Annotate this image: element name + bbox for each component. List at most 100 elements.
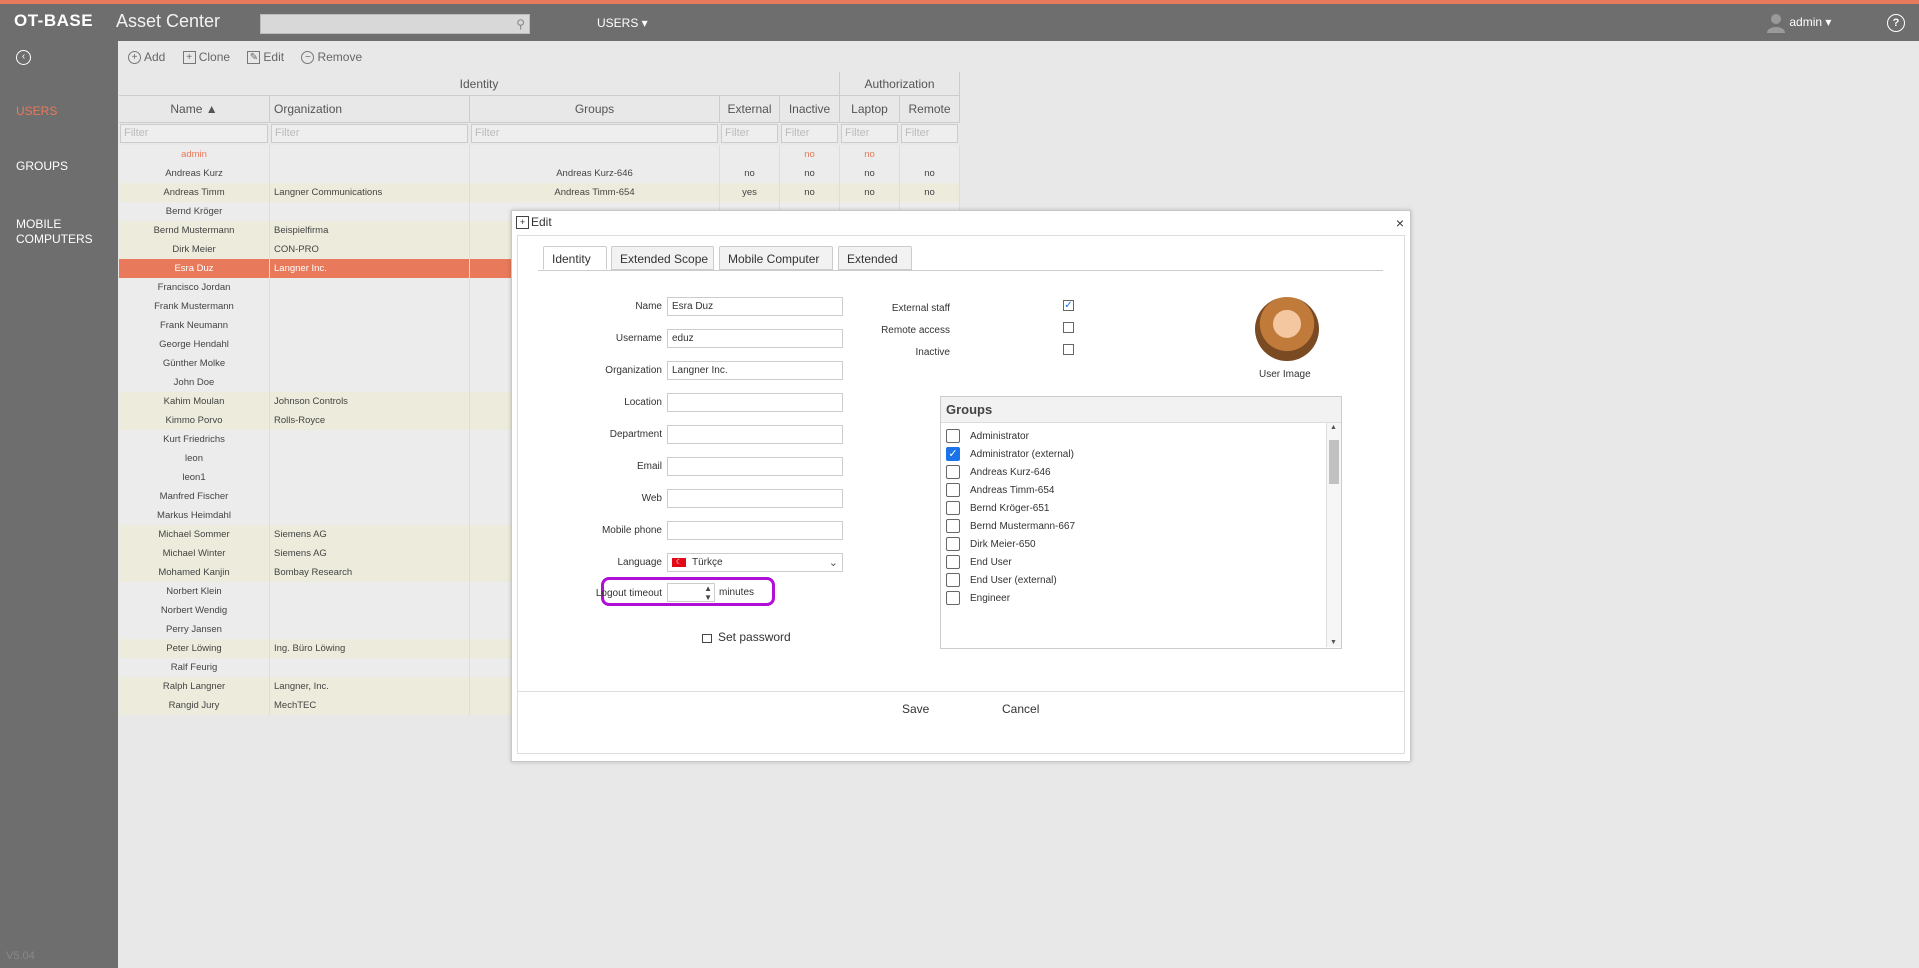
column-header-name[interactable]: Name ▲ xyxy=(119,96,270,123)
group-label: End User (external) xyxy=(970,575,1057,586)
filter-organization[interactable]: Filter xyxy=(271,124,468,143)
column-header-external[interactable]: External xyxy=(720,96,780,123)
scroll-up-icon[interactable]: ▲ xyxy=(1330,424,1337,431)
mobile-phone-field[interactable] xyxy=(667,521,843,540)
group-checkbox[interactable] xyxy=(946,501,960,516)
close-icon[interactable]: × xyxy=(1396,215,1404,231)
cancel-button[interactable]: Cancel xyxy=(1002,702,1039,716)
cell-name: Michael Winter xyxy=(119,544,270,563)
filter-groups[interactable]: Filter xyxy=(471,124,718,143)
group-checkbox[interactable] xyxy=(946,591,960,606)
filter-name[interactable]: Filter xyxy=(120,124,268,143)
group-item[interactable]: End User xyxy=(946,554,1012,572)
groups-scrollbar[interactable]: ▲ ▼ xyxy=(1326,423,1341,647)
remove-button[interactable]: − Remove xyxy=(301,50,362,65)
column-header-groups[interactable]: Groups xyxy=(470,96,720,123)
group-checkbox[interactable] xyxy=(946,573,960,588)
group-checkbox[interactable] xyxy=(946,519,960,534)
cell-name: Bernd Mustermann xyxy=(119,221,270,240)
set-password-button[interactable]: Set password xyxy=(702,630,791,644)
cell-laptop: no xyxy=(840,145,900,164)
dialog-footer-divider xyxy=(518,691,1404,692)
group-item[interactable]: Dirk Meier-650 xyxy=(946,536,1036,554)
group-item[interactable]: Andreas Timm-654 xyxy=(946,482,1054,500)
cell-org xyxy=(270,582,470,601)
spinner-arrows-icon[interactable]: ▲ ▼ xyxy=(704,584,712,602)
users-menu[interactable]: USERS ▾ xyxy=(597,16,648,30)
sidebar-item-mobile-computers[interactable]: MOBILE COMPUTERS xyxy=(16,217,96,247)
column-header-laptop[interactable]: Laptop xyxy=(840,96,900,123)
table-row[interactable]: Andreas Timm Langner Communications Andrea… xyxy=(119,183,960,202)
web-field[interactable] xyxy=(667,489,843,508)
filter-inactive[interactable]: Filter xyxy=(781,124,838,143)
add-button[interactable]: + Add xyxy=(128,50,165,65)
mobile-phone-label: Mobile phone xyxy=(601,525,662,536)
cell-external xyxy=(720,145,780,164)
cell-org xyxy=(270,354,470,373)
logout-timeout-stepper[interactable]: ▲ ▼ xyxy=(667,583,715,602)
back-icon[interactable]: ‹ xyxy=(16,50,31,65)
remote-access-checkbox[interactable] xyxy=(1063,322,1074,333)
organization-field[interactable]: Langner Inc. xyxy=(667,361,843,380)
username-label: Username xyxy=(615,333,662,344)
filter-remote[interactable]: Filter xyxy=(901,124,958,143)
cell-org xyxy=(270,316,470,335)
cell-groups: Andreas Kurz-646 xyxy=(470,164,720,183)
table-row[interactable]: Andreas Kurz Andreas Kurz-646 no no no no xyxy=(119,164,960,183)
column-header-inactive[interactable]: Inactive xyxy=(780,96,840,123)
group-checkbox[interactable] xyxy=(946,537,960,552)
cell-org: Siemens AG xyxy=(270,544,470,563)
group-checkbox[interactable] xyxy=(946,429,960,444)
name-label: Name xyxy=(635,301,662,312)
group-checkbox[interactable] xyxy=(946,483,960,498)
email-field[interactable] xyxy=(667,457,843,476)
language-value: Türkçe xyxy=(692,557,723,568)
tab-extended-scope[interactable]: Extended Scope xyxy=(611,246,714,270)
sidebar-item-users[interactable]: USERS xyxy=(16,104,57,119)
cell-org: Beispielfirma xyxy=(270,221,470,240)
tab-identity[interactable]: Identity xyxy=(543,246,607,270)
tab-extended[interactable]: Extended xyxy=(838,246,912,270)
group-checkbox[interactable]: ✓ xyxy=(946,447,960,462)
inactive-checkbox[interactable] xyxy=(1063,344,1074,355)
tab-mobile-computer[interactable]: Mobile Computer xyxy=(719,246,833,270)
group-item[interactable]: Administrator xyxy=(946,428,1029,446)
help-icon[interactable]: ? xyxy=(1887,14,1905,32)
department-field[interactable] xyxy=(667,425,843,444)
group-checkbox[interactable] xyxy=(946,465,960,480)
cell-name: Frank Neumann xyxy=(119,316,270,335)
group-item[interactable]: Bernd Mustermann-667 xyxy=(946,518,1075,536)
group-item[interactable]: Andreas Kurz-646 xyxy=(946,464,1051,482)
user-menu[interactable]: admin ▾ xyxy=(1766,12,1831,34)
top-bar: OT-BASE Asset Center ⚲ USERS ▾ admin ▾ ? xyxy=(0,0,1919,41)
edit-dialog: + Edit × Identity Extended Scope Mobile C… xyxy=(511,210,1411,762)
group-item[interactable]: Engineer xyxy=(946,590,1010,608)
cell-org xyxy=(270,202,470,221)
name-field[interactable]: Esra Duz xyxy=(667,297,843,316)
scroll-down-icon[interactable]: ▼ xyxy=(1330,639,1337,646)
column-header-organization[interactable]: Organization xyxy=(270,96,470,123)
group-item[interactable]: ✓ Administrator (external) xyxy=(946,446,1074,464)
user-image[interactable] xyxy=(1255,297,1319,361)
cell-name: Frank Mustermann xyxy=(119,297,270,316)
filter-laptop[interactable]: Filter xyxy=(841,124,898,143)
save-button[interactable]: Save xyxy=(902,702,929,716)
language-select[interactable]: ☾ Türkçe ⌄ xyxy=(667,553,843,572)
clone-button[interactable]: + Clone xyxy=(182,50,230,65)
scroll-thumb[interactable] xyxy=(1329,440,1339,484)
group-checkbox[interactable] xyxy=(946,555,960,570)
group-item[interactable]: End User (external) xyxy=(946,572,1057,590)
table-row[interactable]: admin no no xyxy=(119,145,960,164)
location-field[interactable] xyxy=(667,393,843,412)
search-input[interactable]: ⚲ xyxy=(260,14,530,34)
cell-name: admin xyxy=(119,145,270,164)
cell-org xyxy=(270,164,470,183)
edit-button[interactable]: ✎ Edit xyxy=(247,50,284,65)
filter-external[interactable]: Filter xyxy=(721,124,778,143)
sidebar-item-groups[interactable]: GROUPS xyxy=(16,159,68,174)
external-staff-checkbox[interactable]: ✓ xyxy=(1063,300,1074,311)
column-header-remote[interactable]: Remote xyxy=(900,96,960,123)
group-item[interactable]: Bernd Kröger-651 xyxy=(946,500,1050,518)
username-field[interactable]: eduz xyxy=(667,329,843,348)
sidebar: ‹ USERS GROUPS MOBILE COMPUTERS V5.04 xyxy=(0,41,118,968)
